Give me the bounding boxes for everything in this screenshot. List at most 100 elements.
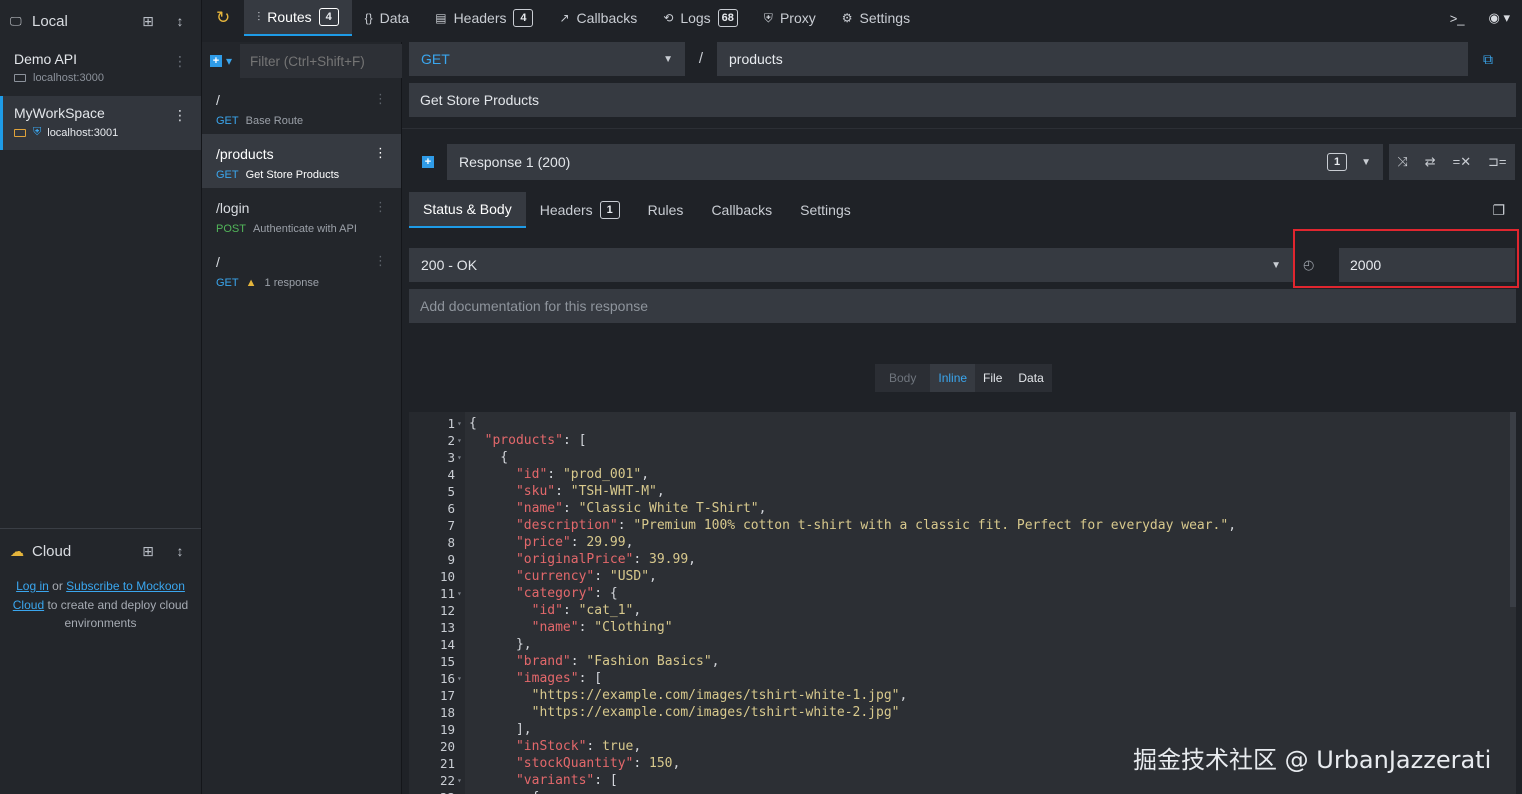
kebab-menu-icon[interactable]: ⋮ (173, 107, 187, 124)
line-number: 9 (447, 552, 455, 567)
line-number: 15 (439, 654, 455, 669)
watermark: 掘金技术社区 @ UrbanJazzerati (1133, 746, 1492, 774)
fold-icon[interactable]: ▾ (457, 772, 462, 789)
code-line: "currency": "USD", (515, 569, 657, 584)
tab-data[interactable]: {} Data (352, 0, 423, 36)
account-icon[interactable]: ◉ ▾ (1477, 0, 1522, 36)
kebab-menu-icon[interactable]: ⋮ (374, 199, 387, 215)
line-number: 4 (447, 467, 455, 482)
route-item[interactable]: / GET Base Route ⋮ (202, 80, 401, 134)
kebab-menu-icon[interactable]: ⋮ (374, 91, 387, 107)
tab-response-headers[interactable]: Headers 1 (526, 192, 634, 228)
copy-icon[interactable]: ❐ (1492, 202, 1505, 219)
environment-name: MyWorkSpace (14, 105, 105, 121)
kebab-menu-icon[interactable]: ⋮ (374, 145, 387, 161)
route-documentation-input[interactable]: Get Store Products (409, 83, 1516, 117)
path-prefix: / (698, 50, 704, 67)
route-editor: GET ▼ / products ⧉ Get Store Products + R… (402, 36, 1522, 794)
route-item-active[interactable]: /products GET Get Store Products ⋮ (202, 134, 401, 188)
response-tabs: Status & Body Headers 1 Rules Callbacks S… (409, 192, 865, 228)
route-method: POST (216, 223, 246, 235)
collapse-icon[interactable]: ↕ (169, 13, 191, 29)
braces-icon: {} (364, 11, 373, 25)
line-number: 3 (447, 450, 455, 465)
gear-icon: ⚙ (841, 11, 853, 25)
method-select[interactable]: GET ▼ (409, 42, 685, 76)
line-number: 1 (447, 416, 455, 431)
response-documentation-input[interactable]: Add documentation for this response (409, 289, 1516, 323)
route-path-input[interactable]: products (717, 42, 1468, 76)
arrow-up-right-icon: ↗ (559, 11, 570, 25)
terminal-icon[interactable]: >_ (1438, 0, 1477, 36)
shuffle-icon[interactable]: ⤨ (1397, 154, 1407, 170)
editor-scrollbar[interactable] (1510, 412, 1516, 607)
tab-settings[interactable]: Settings (786, 192, 865, 228)
code-line: "name": "Clothing" (531, 620, 673, 635)
status-code-select[interactable]: 200 - OK ▼ (409, 248, 1293, 282)
tab-logs[interactable]: ⟲ Logs 68 (650, 0, 751, 36)
code-line: { (469, 789, 540, 794)
disable-rules-icon[interactable]: =✕ (1453, 154, 1471, 170)
fold-icon[interactable]: ▾ (457, 415, 462, 432)
code-line: "id": "cat_1", (531, 603, 642, 618)
latency-input[interactable]: 2000 (1339, 248, 1515, 282)
kebab-menu-icon[interactable]: ⋮ (173, 53, 187, 70)
route-item[interactable]: /login POST Authenticate with API ⋮ (202, 188, 401, 242)
reload-icon[interactable]: ↻ (202, 0, 244, 36)
tab-routes[interactable]: ⫶ Routes 4 (244, 0, 352, 36)
code-line: "products": [ (484, 433, 587, 448)
plus-icon: + (422, 156, 434, 168)
fallback-icon[interactable]: ⊐= (1488, 154, 1506, 170)
code-line: "stockQuantity": 150, (515, 756, 681, 771)
tab-status-body[interactable]: Status & Body (409, 192, 526, 228)
tab-callbacks[interactable]: Callbacks (697, 192, 786, 228)
environment-item[interactable]: Demo API localhost:3000 ⋮ (0, 42, 201, 96)
caret-down-icon: ▼ (1271, 259, 1281, 271)
routes-count-badge: 4 (318, 8, 339, 26)
routes-panel: +▾ / GETBase Route ⋮ /products GETGet St… (202, 42, 438, 794)
line-number: 7 (447, 518, 455, 533)
code-line: "price": 29.99, (515, 535, 634, 550)
shield-icon: ⛨ (763, 10, 773, 25)
tab-settings[interactable]: ⚙ Settings (829, 0, 923, 36)
route-path: / (216, 254, 220, 270)
latency-highlight: ◴ 2000 (1293, 229, 1519, 288)
top-navigation: ↻ ⫶ Routes 4 {} Data ▤ Headers 4 ↗ Callbacks ⟲… (202, 0, 1522, 36)
code-line: { (469, 450, 509, 465)
add-environment-icon[interactable]: ⊞ (137, 13, 159, 30)
tab-callbacks[interactable]: ↗ Callbacks (546, 0, 650, 36)
collapse-icon[interactable]: ↕ (169, 543, 191, 559)
tab-data[interactable]: Data (1010, 364, 1051, 392)
fold-icon[interactable]: ▾ (457, 585, 462, 602)
route-item[interactable]: / GET ▲ 1 response ⋮ (202, 242, 401, 296)
code-line: "images": [ (515, 671, 603, 686)
code-line: ], (469, 722, 532, 737)
add-cloud-icon[interactable]: ⊞ (137, 543, 159, 560)
code-line: }, (469, 637, 532, 652)
add-route-button[interactable]: + ▾ (210, 47, 232, 75)
tab-headers[interactable]: ▤ Headers 4 (422, 0, 546, 36)
plus-icon: + (210, 55, 222, 67)
shield-icon: ⛨ (33, 126, 42, 138)
code-line: "https://example.com/images/tshirt-white… (531, 688, 908, 703)
tab-proxy[interactable]: ⛨ Proxy (751, 0, 829, 36)
code-line: "name": "Classic White T-Shirt", (515, 501, 767, 516)
tab-inline[interactable]: Inline (930, 364, 976, 392)
laptop-icon: 🖵 (10, 13, 22, 28)
fold-icon[interactable]: ▾ (457, 670, 462, 687)
external-link-icon[interactable]: ⧉ (1468, 42, 1508, 76)
login-link[interactable]: Log in (16, 579, 49, 593)
response-select[interactable]: Response 1 (200) 1 ▼ (447, 144, 1383, 180)
tab-rules[interactable]: Rules (634, 192, 698, 228)
clock-icon: ◴ (1303, 257, 1315, 272)
tab-file[interactable]: File (975, 364, 1010, 392)
code-line: "https://example.com/images/tshirt-white… (531, 705, 900, 720)
environment-item-active[interactable]: MyWorkSpace ⛨ localhost:3001 ⋮ (0, 96, 201, 150)
kebab-menu-icon[interactable]: ⋮ (374, 253, 387, 269)
body-editor[interactable]: 1 ▾ { 2 ▾ "products": [ 3 ▾ { 4 "id": "prod… (409, 412, 1516, 794)
repeat-icon[interactable]: ⇄ (1425, 154, 1436, 170)
fold-icon[interactable]: ▾ (457, 449, 462, 466)
cloud-message: Log in or Subscribe to Mockoon Cloud to … (12, 579, 189, 630)
fold-icon[interactable]: ▾ (457, 432, 462, 449)
add-response-button[interactable]: + (409, 156, 447, 168)
